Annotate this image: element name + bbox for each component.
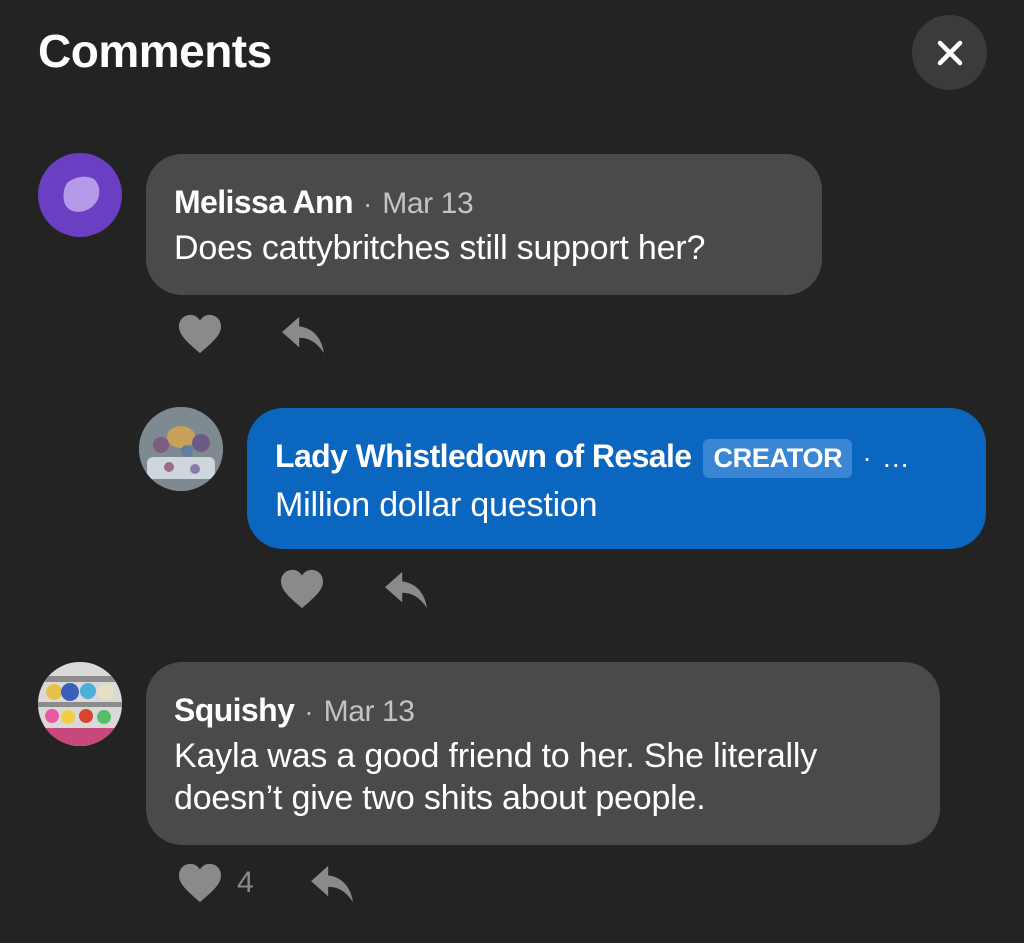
- avatar-blob-icon: [63, 176, 100, 212]
- comment-author[interactable]: Lady Whistledown of Resale: [275, 438, 692, 475]
- comment-date: Mar 13: [382, 187, 474, 220]
- comment-author[interactable]: Squishy: [174, 692, 295, 729]
- like-count: 4: [237, 866, 254, 899]
- reply-button[interactable]: [383, 570, 429, 615]
- separator-dot: ·: [304, 696, 314, 727]
- reply-icon: [311, 865, 353, 903]
- close-icon: [937, 40, 962, 65]
- truncated-date: …: [881, 442, 910, 473]
- comment-bubble: Squishy · Mar 13 Kayla was a good friend…: [146, 662, 940, 845]
- comment-author[interactable]: Melissa Ann: [174, 184, 354, 221]
- creator-comment-bubble: Lady Whistledown of Resale CREATOR · … M…: [247, 408, 986, 549]
- reply-button[interactable]: [309, 864, 355, 909]
- creator-badge: CREATOR: [703, 439, 853, 478]
- reply-icon: [385, 571, 427, 609]
- reply-icon: [282, 316, 324, 354]
- close-button[interactable]: [912, 15, 987, 90]
- like-button[interactable]: [177, 862, 223, 909]
- page-title: Comments: [38, 25, 272, 77]
- comment-bubble: Melissa Ann · Mar 13 Does cattybritches …: [146, 154, 822, 295]
- comment-text: Kayla was a good friend to her. She lite…: [174, 737, 818, 817]
- heart-icon: [281, 569, 323, 609]
- avatar-photo-icon: [38, 662, 122, 746]
- avatar-photo-icon: [139, 407, 223, 491]
- reply-button[interactable]: [280, 315, 326, 360]
- avatar[interactable]: [38, 662, 122, 746]
- separator-dot: ·: [862, 442, 872, 473]
- avatar[interactable]: [38, 153, 122, 237]
- like-button[interactable]: [279, 568, 325, 615]
- heart-icon: [179, 314, 221, 354]
- heart-icon: [179, 863, 221, 903]
- avatar[interactable]: [139, 407, 223, 491]
- separator-dot: ·: [362, 188, 373, 219]
- comment-text: Does cattybritches still support her?: [174, 229, 706, 267]
- like-button[interactable]: [177, 313, 223, 360]
- comment-date: Mar 13: [323, 695, 415, 728]
- comment-text: Million dollar question: [275, 486, 598, 524]
